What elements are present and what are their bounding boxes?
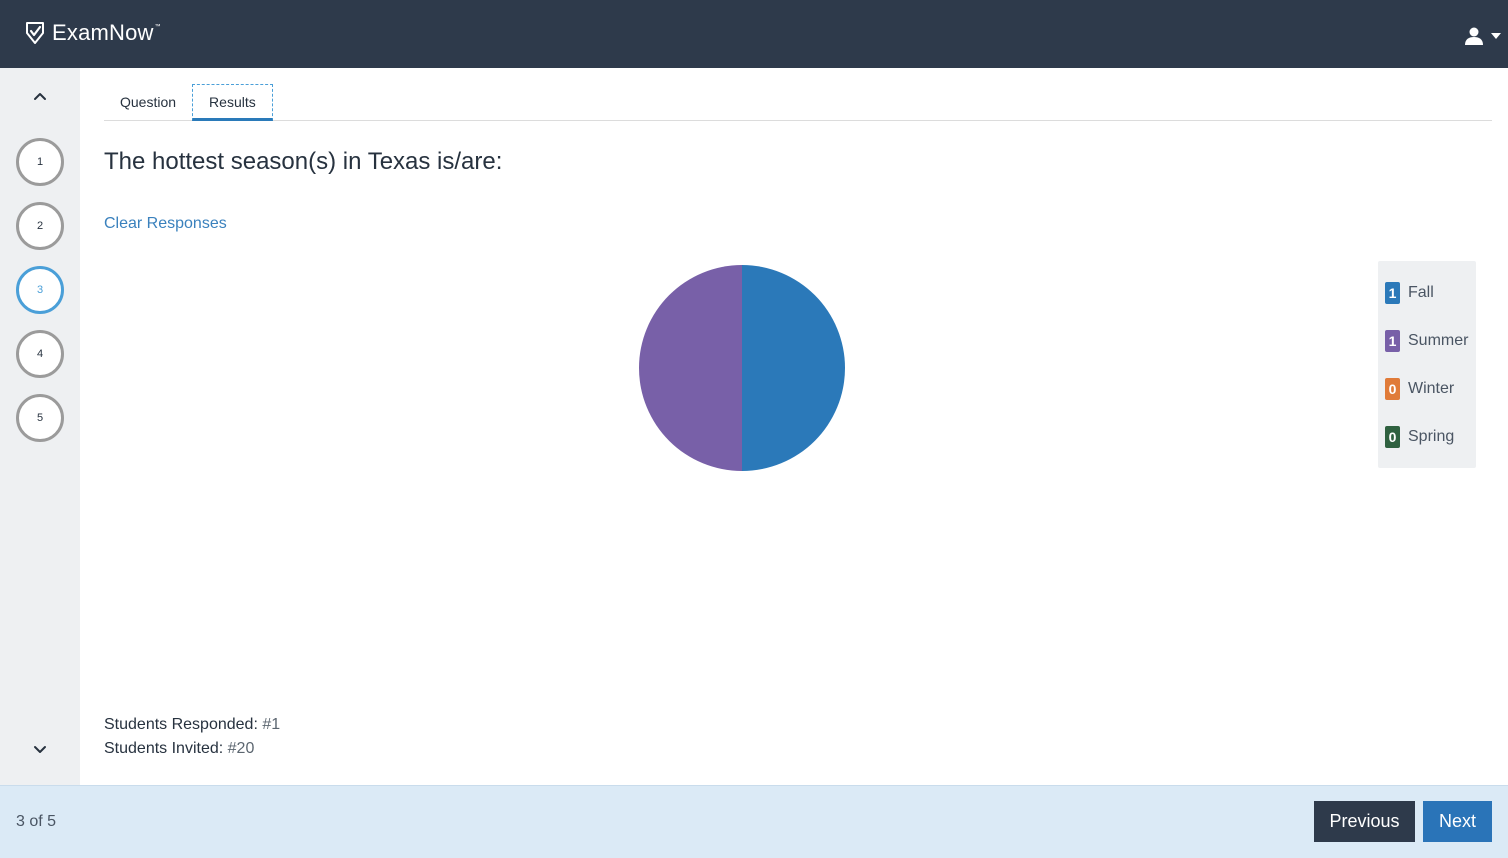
legend-item-winter: 0 Winter [1378,365,1476,413]
legend-label: Summer [1408,332,1469,349]
brand-logo[interactable]: ExamNow ™ [24,20,161,46]
students-invited-row: Students Invited: #20 [104,737,280,761]
legend-item-spring: 0 Spring [1378,413,1476,461]
brand-name: ExamNow [52,20,154,45]
scroll-down-button[interactable] [30,740,50,760]
students-responded-row: Students Responded: #1 [104,713,280,737]
next-button[interactable]: Next [1423,801,1492,842]
legend-count-badge: 1 [1385,282,1400,304]
previous-button[interactable]: Previous [1314,801,1415,842]
tab-results[interactable]: Results [192,84,273,121]
question-nav-2[interactable]: 2 [16,202,64,250]
page-indicator: 3 of 5 [16,813,57,830]
question-nav-3[interactable]: 3 [16,266,64,314]
brand-trademark: ™ [154,24,161,30]
legend-label: Spring [1408,428,1455,445]
students-invited-label: Students Invited: [104,740,224,757]
legend-item-summer: 1 Summer [1378,317,1476,365]
question-number: 5 [36,412,44,424]
question-number: 4 [36,348,44,360]
legend-label: Fall [1408,284,1434,301]
response-stats: Students Responded: #1 Students Invited:… [104,713,280,761]
question-nav-4[interactable]: 4 [16,330,64,378]
students-responded-value: #1 [262,716,281,733]
main-content: Question Results The hottest season(s) i… [80,68,1508,785]
exam-check-icon [26,22,44,44]
caret-down-icon [1491,33,1501,39]
legend-count-badge: 1 [1385,330,1400,352]
students-responded-label: Students Responded: [104,716,258,733]
top-navigation-bar: ExamNow ™ [0,0,1508,68]
legend-item-fall: 1 Fall [1378,269,1476,317]
question-nav-1[interactable]: 1 [16,138,64,186]
user-menu[interactable] [1464,26,1502,46]
tab-question[interactable]: Question [104,84,193,121]
question-text: The hottest season(s) in Texas is/are: [104,148,503,175]
legend-count-badge: 0 [1385,426,1400,448]
clear-responses-link[interactable]: Clear Responses [104,215,227,233]
legend-count-badge: 0 [1385,378,1400,400]
question-list: 1 2 3 4 5 [16,138,64,458]
question-number: 3 [36,284,44,296]
question-number: 2 [36,220,44,232]
question-number: 1 [36,156,44,168]
footer-bar: 3 of 5 Previous Next [0,785,1508,858]
pie-slice-fall [742,265,845,471]
tab-bar: Question Results [104,84,1492,121]
tab-bar-filler [272,84,1492,121]
legend-label: Winter [1408,380,1455,397]
user-icon [1465,27,1483,45]
pie-slice-summer [639,265,742,471]
chevron-down-icon [34,746,46,753]
question-sidebar: 1 2 3 4 5 [0,68,80,785]
students-invited-value: #20 [227,740,255,757]
question-nav-5[interactable]: 5 [16,394,64,442]
scroll-up-button[interactable] [30,86,50,106]
chart-legend: 1 Fall 1 Summer 0 Winter 0 Spring [1378,261,1476,468]
results-pie-chart [639,265,845,471]
chevron-up-icon [34,93,46,100]
